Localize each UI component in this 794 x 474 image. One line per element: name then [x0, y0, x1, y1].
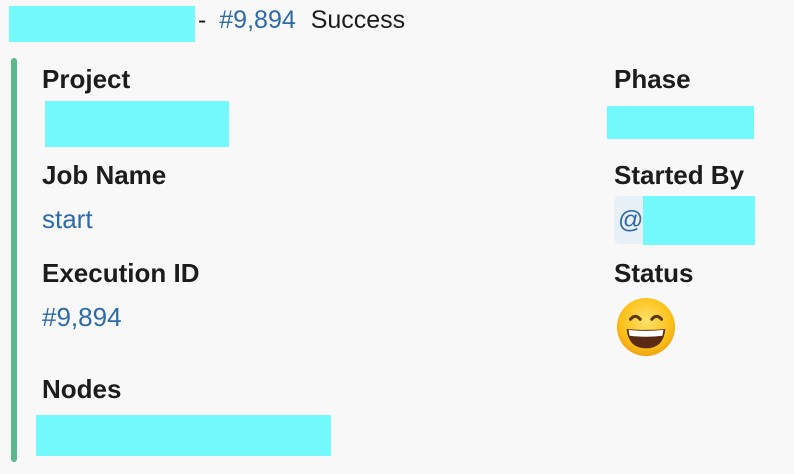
field-title-status: Status	[614, 258, 694, 288]
attachment-accent-bar	[11, 58, 17, 462]
header-separator: -	[198, 6, 207, 34]
execution-link[interactable]: #9,894	[219, 6, 295, 34]
field-title-started-by: Started By	[614, 160, 745, 190]
field-title-job-name: Job Name	[42, 160, 167, 190]
grinning-face-with-smiling-eyes-icon	[616, 297, 676, 357]
field-title-phase: Phase	[614, 64, 691, 94]
message-attachment: - #9,894 Success Project Phase Job Name …	[0, 0, 794, 474]
field-title-execution-id: Execution ID	[42, 258, 200, 288]
job-name-link[interactable]: start	[42, 203, 93, 235]
redacted-nodes-value	[36, 415, 331, 456]
field-title-nodes: Nodes	[42, 374, 122, 404]
redacted-job-name	[9, 6, 195, 42]
header-status-text: Success	[310, 6, 406, 34]
redacted-project-value	[45, 101, 229, 147]
execution-id-link[interactable]: #9,894	[42, 301, 122, 333]
mention-at-sign: @	[618, 206, 644, 234]
redacted-user-name	[643, 196, 755, 245]
field-title-project: Project	[42, 64, 131, 94]
message-header: - #9,894 Success	[198, 4, 405, 36]
redacted-phase-value	[607, 106, 754, 139]
